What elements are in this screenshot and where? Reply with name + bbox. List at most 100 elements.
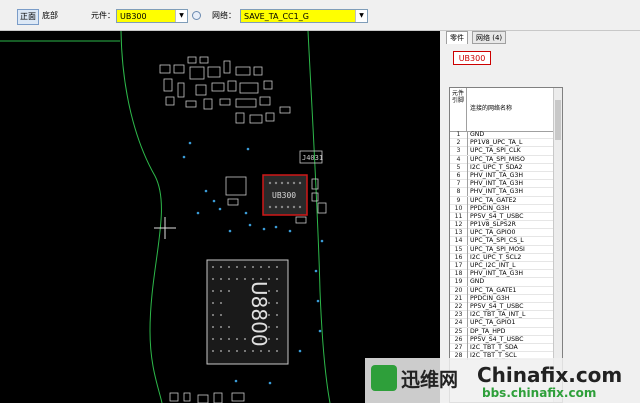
history-icon[interactable] — [192, 11, 201, 20]
table-row[interactable]: 9 UPC_TA_GATE2 — [450, 196, 554, 205]
part-selector[interactable]: UB300 ▼ — [116, 9, 188, 23]
watermark-site: Chinafix.com — [477, 363, 623, 387]
crosshair-icon — [154, 217, 176, 239]
toolbar: 正面 底部 元件： UB300 ▼ 网络： SAVE_TA_CC1_G ▼ — [0, 0, 640, 31]
tab-nets[interactable]: 网络 (4) — [472, 31, 507, 44]
pin-number: 15 — [450, 245, 468, 254]
table-row[interactable]: 11 PP5V_S4_T_USBC — [450, 212, 554, 222]
net-name: PHV_INT_TA_G3H — [470, 270, 524, 278]
net-name: PPDCIN_G3H — [470, 294, 510, 302]
board-canvas[interactable]: J4031 UB300 U8800 — [0, 31, 440, 403]
pin-number: 26 — [450, 335, 468, 344]
watermark: 迅维网 Chinafix.com bbs.chinafix.com — [365, 358, 640, 403]
net-name: UPC_TA_GPIO0 — [470, 229, 516, 237]
net-name: PP5V_S4_T_USBC — [470, 335, 524, 343]
table-row[interactable]: 15 UPC_TA_SPI_MOSI — [450, 245, 554, 254]
net-name: UPC_TA_GATE2 — [470, 196, 517, 204]
pin-number: 3 — [450, 147, 468, 156]
net-label: 网络： — [212, 11, 236, 20]
pin-number: 12 — [450, 221, 468, 230]
net-selector-value: SAVE_TA_CC1_G — [244, 12, 309, 21]
table-row[interactable]: 16 I2C_UPC_T_SCL2 — [450, 253, 554, 262]
selected-part-badge: UB300 — [453, 51, 491, 65]
pin-number: 2 — [450, 139, 468, 148]
table-row[interactable]: 24 UPC_TA_GPIO1 — [450, 319, 554, 328]
table-row[interactable]: 26 PP5V_S4_T_USBC — [450, 335, 554, 344]
brand-logo-icon — [371, 365, 397, 391]
pin-net-table: 元件引脚 连接的网络名称 1 GND 2 PP1V8_UPC_TA_L 3 UPC_TA_… — [449, 87, 563, 403]
net-name: PHV_INT_TA_G3H — [470, 180, 524, 188]
pin-number: 23 — [450, 311, 468, 320]
large-chip-label: U8800 — [247, 281, 271, 347]
table-row[interactable]: 4 UPC_TA_SPI_MISO — [450, 155, 554, 164]
table-row[interactable]: 10 PPDCIN_G3H — [450, 204, 554, 213]
pin-number: 14 — [450, 237, 468, 246]
pin-number: 20 — [450, 286, 468, 295]
net-column-header: 连接的网络名称 — [470, 105, 513, 112]
net-name: UPC_TA_GPIO1 — [470, 319, 516, 327]
vertical-scrollbar[interactable] — [553, 88, 562, 402]
table-row[interactable]: 1 GND — [450, 131, 554, 140]
pin-number: 18 — [450, 270, 468, 279]
net-name: PPDCIN_G3H — [470, 204, 510, 212]
table-row[interactable]: 21 PPDCIN_G3H — [450, 294, 554, 303]
dropdown-arrow-icon[interactable]: ▼ — [175, 10, 187, 22]
pin-number: 22 — [450, 302, 468, 311]
pin-number: 6 — [450, 171, 468, 180]
pin-number: 7 — [450, 180, 468, 189]
scrollbar-thumb[interactable] — [555, 100, 561, 140]
table-row[interactable]: 20 UPC_TA_GATE1 — [450, 286, 554, 295]
net-name: UPC_TA_SPI_MOSI — [470, 245, 525, 253]
tab-parts[interactable]: 零件 — [446, 31, 468, 44]
pin-number: 11 — [450, 212, 468, 221]
net-name: GND — [470, 278, 485, 286]
table-row[interactable]: 7 PHV_INT_TA_G3H — [450, 180, 554, 189]
pin-number: 4 — [450, 155, 468, 164]
net-name: PP5V_S4_T_USBC — [470, 212, 524, 220]
pin-number: 16 — [450, 253, 468, 262]
net-name: DP_TA_HPD — [470, 327, 506, 335]
watermark-url: bbs.chinafix.com — [482, 386, 597, 400]
pin-column-header: 元件引脚 — [450, 88, 467, 131]
table-row[interactable]: 22 PP5V_S4_T_USBC — [450, 302, 554, 312]
table-row[interactable]: 23 I2C_TBT_TA_INT_L — [450, 311, 554, 320]
dropdown-arrow-icon[interactable]: ▼ — [355, 10, 367, 22]
table-row[interactable]: 8 PHV_INT_TA_G3H — [450, 188, 554, 197]
pin-number: 9 — [450, 196, 468, 205]
net-name: PP1V8_UPC_TA_L — [470, 139, 523, 147]
table-row[interactable]: 2 PP1V8_UPC_TA_L — [450, 139, 554, 148]
connector-label: J4031 — [302, 154, 323, 162]
pcb-layout: J4031 UB300 U8800 — [0, 31, 331, 403]
net-selector[interactable]: SAVE_TA_CC1_G ▼ — [240, 9, 368, 23]
pin-number: 25 — [450, 327, 468, 336]
net-name: I2C_TBT_T_SDA — [470, 343, 518, 351]
table-row[interactable]: 12 PP1V8_SLPS2R — [450, 221, 554, 230]
part-selector-value: UB300 — [120, 12, 147, 21]
pin-number: 17 — [450, 262, 468, 270]
watermark-brand: 迅维网 — [401, 369, 459, 391]
net-name: PHV_INT_TA_G3H — [470, 188, 524, 196]
table-row[interactable]: 27 I2C_TBT_T_SDA — [450, 343, 554, 353]
table-row[interactable]: 13 UPC_TA_GPIO0 — [450, 229, 554, 238]
pin-number: 8 — [450, 188, 468, 197]
table-row[interactable]: 19 GND — [450, 278, 554, 287]
net-name: PP1V8_SLPS2R — [470, 221, 516, 229]
table-row[interactable]: 25 DP_TA_HPD — [450, 327, 554, 336]
board-outline — [120, 31, 163, 403]
net-name: UPC_TA_SPI_CS_L — [470, 237, 524, 245]
pin-number: 1 — [450, 131, 468, 139]
net-name: I2C_UPC_T_SDA2 — [470, 163, 523, 171]
table-row[interactable]: 6 PHV_INT_TA_G3H — [450, 171, 554, 181]
pin-number: 19 — [450, 278, 468, 287]
part-label: 元件： — [91, 11, 115, 20]
net-name: PP5V_S4_T_USBC — [470, 302, 524, 310]
bottom-view-button[interactable]: 底部 — [40, 9, 60, 23]
pin-number: 13 — [450, 229, 468, 238]
table-row[interactable]: 3 UPC_TA_SPI_CLK — [450, 147, 554, 156]
front-view-button[interactable]: 正面 — [17, 9, 39, 25]
table-row[interactable]: 5 I2C_UPC_T_SDA2 — [450, 163, 554, 172]
table-row[interactable]: 14 UPC_TA_SPI_CS_L — [450, 237, 554, 246]
table-row[interactable]: 17 UPC_I2C_INT_L — [450, 262, 554, 271]
table-row[interactable]: 18 PHV_INT_TA_G3H — [450, 270, 554, 279]
pin-number: 5 — [450, 163, 468, 172]
